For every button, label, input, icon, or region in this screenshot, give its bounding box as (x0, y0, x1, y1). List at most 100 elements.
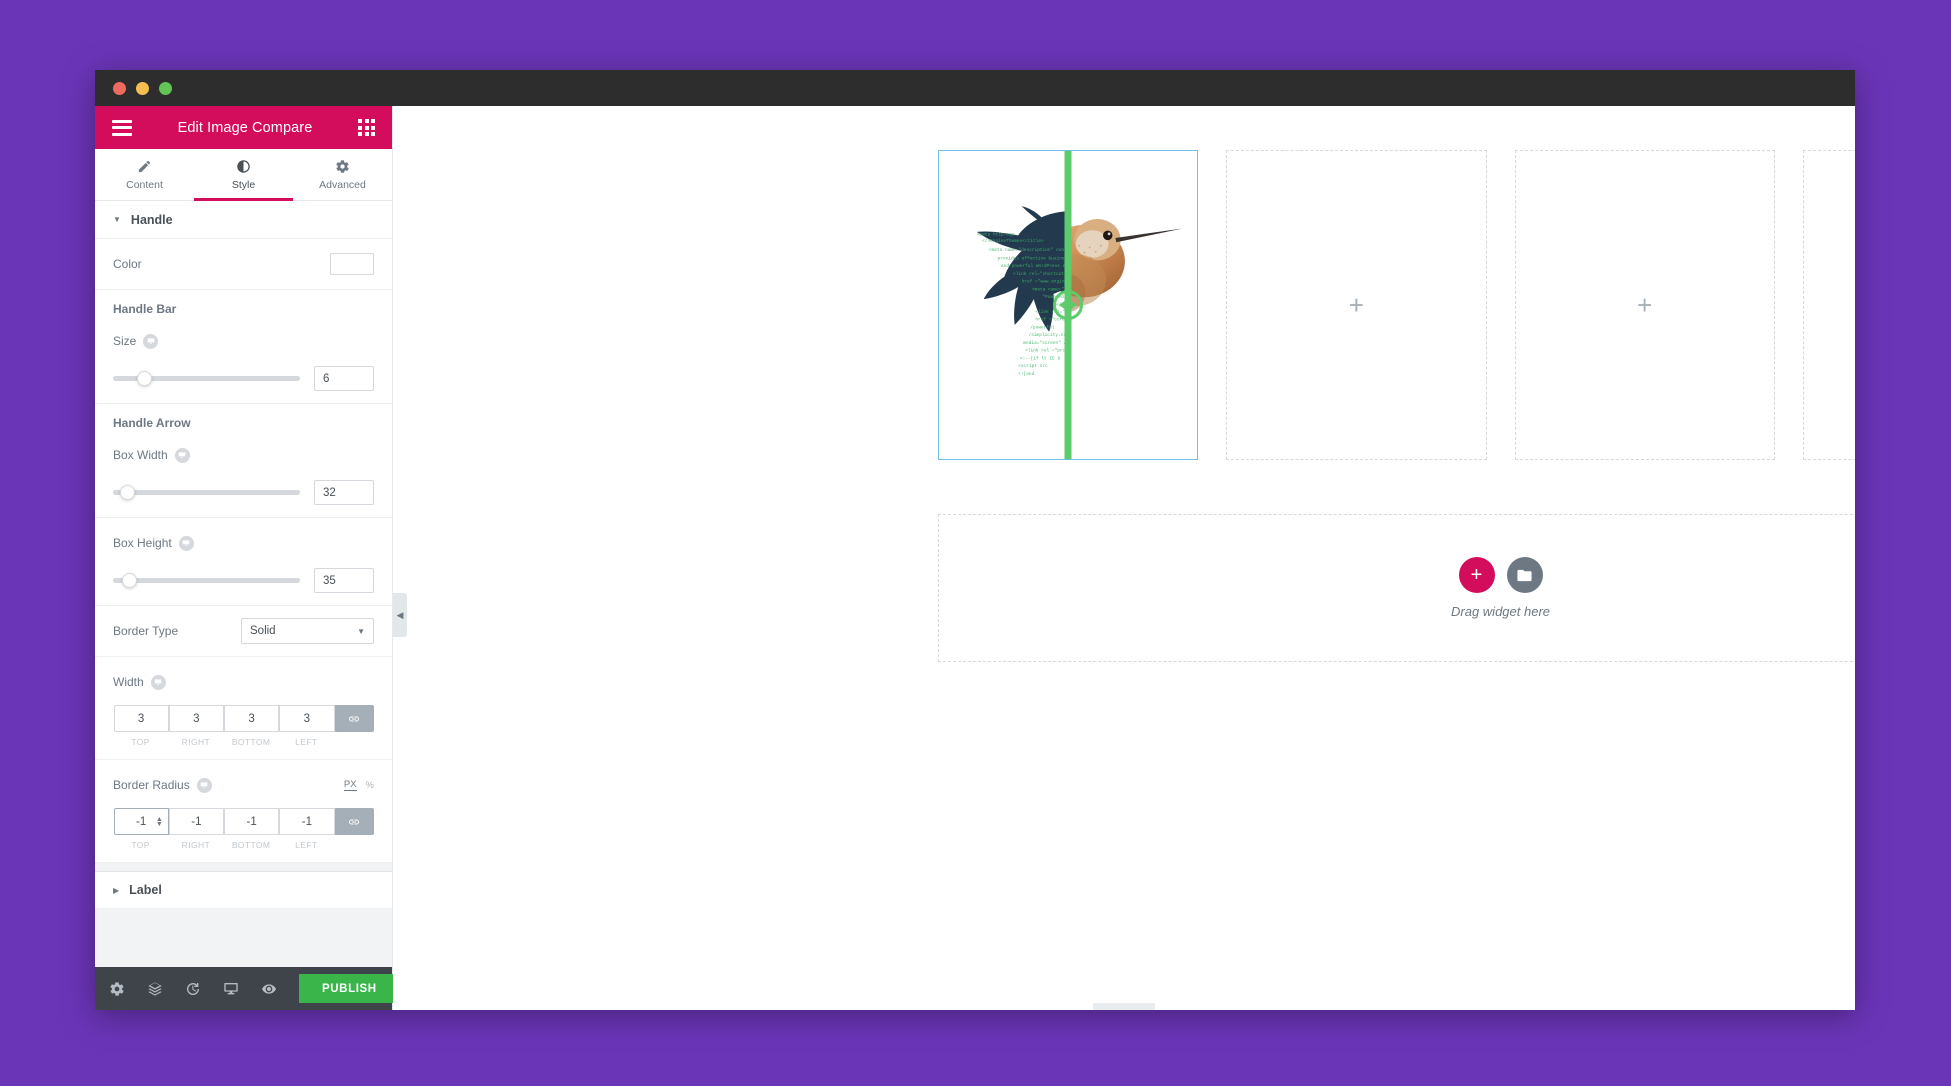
window-maximize-button[interactable] (159, 81, 172, 95)
border-radius-label-text: Border Radius (113, 778, 190, 792)
section-label-header[interactable]: ▶ Label (95, 871, 392, 909)
box-width-slider[interactable] (113, 485, 300, 501)
elementor-panel: Edit Image Compare Content Style Advance… (95, 106, 426, 1010)
responsive-device-icon[interactable] (196, 777, 212, 793)
image-compare-handle-knob[interactable] (1053, 290, 1084, 320)
handle-bar-group-label: Handle Bar (113, 302, 177, 316)
border-radius-fields: -1 ▲ ▼ TOP -1 RIGHT -1 BOTTOM -1 LEFT (113, 808, 374, 850)
box-height-label: Box Height (113, 535, 194, 551)
dropzone-label: Drag widget here (1451, 604, 1550, 619)
border-width-top: 3 TOP (113, 705, 169, 747)
box-width-value-input[interactable]: 32 (314, 480, 374, 505)
border-radius-left-input[interactable]: -1 (279, 808, 335, 835)
box-width-label-text: Box Width (113, 448, 168, 462)
border-width-top-caption: TOP (131, 737, 150, 747)
column-empty-3[interactable]: + (1514, 150, 1775, 460)
tab-content-label: Content (126, 178, 163, 191)
column-empty-4[interactable]: + (1802, 150, 1855, 460)
add-widget-plus-icon[interactable]: + (1637, 292, 1652, 318)
tab-advanced[interactable]: Advanced (293, 149, 392, 200)
control-box-height: Box Height 35 (95, 518, 392, 606)
border-radius-bottom-input[interactable]: -1 (224, 808, 280, 835)
canvas-bottom-handle[interactable] (1093, 1003, 1155, 1010)
arrow-right-icon (1070, 300, 1078, 310)
border-width-bottom: 3 BOTTOM (224, 705, 280, 747)
window-minimize-button[interactable] (136, 81, 149, 95)
column-image-compare[interactable]: <meta http-equ </>EngineThemes</title> <… (938, 150, 1199, 460)
responsive-monitor-icon[interactable] (223, 981, 239, 997)
border-width-right-input[interactable]: 3 (168, 705, 224, 732)
preview-eye-icon[interactable] (261, 981, 277, 997)
panel-footer: PUBLISH ▲ (95, 967, 426, 1010)
border-width-label: Width (113, 674, 166, 690)
column-empty-2[interactable]: + (1226, 150, 1487, 460)
editor-canvas: <meta http-equ </>EngineThemes</title> <… (393, 106, 1855, 1010)
unit-percent[interactable]: % (366, 780, 374, 791)
panel-tabs: Content Style Advanced (95, 149, 392, 201)
navigator-layers-icon[interactable] (147, 981, 163, 997)
gear-icon (336, 159, 349, 173)
window-close-button[interactable] (113, 81, 126, 95)
chevron-left-icon: ◀ (396, 609, 404, 620)
control-border-type: Border Type Solid ▼ (95, 606, 392, 657)
editor-body: Edit Image Compare Content Style Advance… (95, 106, 1855, 1010)
box-height-slider[interactable] (113, 573, 300, 589)
color-swatch-button[interactable] (330, 253, 374, 275)
drag-widget-dropzone[interactable]: + Drag widget here (938, 514, 1855, 662)
section-handle-header[interactable]: ▼ Handle (95, 201, 392, 239)
tab-style[interactable]: Style (194, 149, 293, 201)
responsive-device-icon[interactable] (178, 535, 194, 551)
tab-style-label: Style (231, 178, 256, 191)
add-widget-plus-icon[interactable]: + (1349, 292, 1364, 318)
size-slider[interactable] (113, 371, 300, 387)
border-width-right: 3 RIGHT (168, 705, 224, 747)
panel-collapse-toggle[interactable]: ◀ (393, 593, 407, 637)
border-radius-right-input[interactable]: -1 (168, 808, 224, 835)
size-slider-knob[interactable] (137, 371, 153, 386)
border-radius-top-input[interactable]: -1 ▲ ▼ (113, 808, 169, 835)
border-width-right-caption: RIGHT (181, 737, 211, 747)
border-width-bottom-input[interactable]: 3 (224, 705, 280, 732)
responsive-device-icon[interactable] (143, 333, 159, 349)
border-radius-link-toggle[interactable] (334, 808, 374, 835)
control-box-width: Handle Arrow Box Width 32 (95, 404, 392, 518)
border-radius-right-caption: RIGHT (181, 840, 211, 850)
border-width-link-toggle[interactable] (334, 705, 374, 732)
hamburger-icon[interactable] (112, 119, 132, 136)
settings-gear-icon[interactable] (109, 981, 125, 997)
add-template-button[interactable] (1506, 557, 1543, 593)
link-icon (349, 716, 359, 721)
control-size: Handle Bar Size 6 (95, 290, 392, 404)
border-radius-left-caption: LEFT (295, 840, 318, 850)
svg-text:media="screen" />: media="screen" /> (1023, 340, 1069, 346)
contrast-icon (237, 159, 250, 173)
border-radius-bottom-caption: BOTTOM (231, 840, 271, 850)
border-width-left-input[interactable]: 3 (279, 705, 335, 732)
chevron-down-icon: ▼ (113, 215, 121, 224)
publish-button[interactable]: PUBLISH (299, 974, 400, 1003)
panel-title: Edit Image Compare (177, 119, 313, 136)
border-type-select[interactable]: Solid ▼ (241, 618, 374, 644)
tab-content[interactable]: Content (95, 149, 194, 200)
chevron-right-icon: ▶ (113, 885, 120, 895)
image-compare-widget[interactable]: <meta http-equ </>EngineThemes</title> <… (939, 151, 1198, 459)
unit-px[interactable]: PX (343, 779, 357, 791)
history-clock-icon[interactable] (185, 981, 201, 997)
svg-text:<![end: <![end (1018, 371, 1034, 377)
box-height-slider-knob[interactable] (121, 573, 137, 588)
border-radius-label: Border Radius (113, 777, 212, 793)
box-height-value-input[interactable]: 35 (314, 568, 374, 593)
grid-icon[interactable] (358, 119, 375, 136)
stepper-arrows-icon[interactable]: ▲ ▼ (156, 816, 163, 828)
box-width-slider-knob[interactable] (119, 485, 135, 500)
border-type-label: Border Type (113, 624, 179, 638)
border-radius-units: PX % (343, 779, 374, 791)
size-value-input[interactable]: 6 (314, 366, 374, 391)
responsive-device-icon[interactable] (174, 447, 190, 463)
svg-text:/powerful: /powerful (1030, 324, 1054, 330)
editor-window: Edit Image Compare Content Style Advance… (95, 70, 1855, 1010)
tab-advanced-label: Advanced (319, 178, 366, 191)
border-width-top-input[interactable]: 3 (113, 705, 169, 732)
add-new-section-button[interactable]: + (1458, 557, 1495, 593)
responsive-device-icon[interactable] (150, 674, 166, 690)
